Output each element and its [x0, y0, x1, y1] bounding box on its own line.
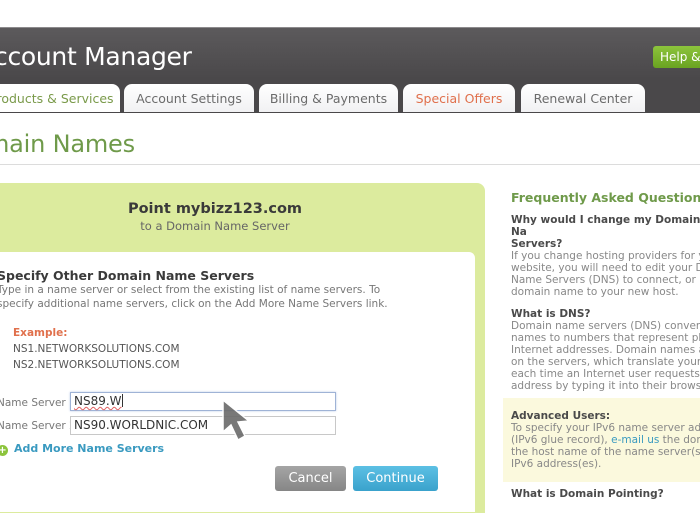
name-server-2-label: Name Server 2: [0, 420, 80, 432]
tab-products-services[interactable]: roducts & Services [0, 84, 120, 112]
example-line: NS1.NETWORKSOLUTIONS.COM [13, 343, 180, 355]
faq-answer: Name Servers (DNS) to connect, or poi [511, 274, 700, 286]
faq-answer: Domain name servers (DNS) convert d [511, 320, 700, 332]
faq-sidebar: Frequently Asked Questions Why would I c… [511, 190, 700, 500]
faq-answer: each time an Internet user requests yo [511, 368, 700, 380]
faq-question: Why would I change my Domain Na [511, 214, 700, 238]
tab-renewal-center[interactable]: Renewal Center [521, 84, 645, 112]
panel-subheading: to a Domain Name Server [140, 219, 290, 233]
plus-circle-icon: + [0, 445, 8, 456]
faq-title: Frequently Asked Questions [511, 190, 700, 205]
tab-account-settings[interactable]: Account Settings [124, 84, 254, 112]
section-description: Type in a name server or select from the… [0, 284, 388, 310]
app-title: ccount Manager [0, 42, 192, 71]
tab-billing-payments[interactable]: Billing & Payments [259, 84, 398, 112]
advanced-users-text-part: (IPv6 glue record), [511, 434, 612, 446]
page-title: main Names [0, 130, 135, 158]
name-server-1-input[interactable]: NS89.W [70, 392, 336, 411]
continue-button[interactable]: Continue [353, 466, 438, 491]
faq-question: What is DNS? [511, 308, 591, 320]
section-heading: Specify Other Domain Name Servers [0, 268, 255, 283]
mouse-cursor-icon [222, 398, 251, 442]
faq-answer: website, you will need to edit your Dor [511, 262, 700, 274]
add-more-label: Add More Name Servers [14, 442, 165, 455]
faq-answer: Internet addresses. Domain names ar [511, 344, 700, 356]
title-divider [0, 164, 700, 165]
advanced-users-text: To specify your IPv6 name server addr [511, 422, 700, 434]
text-caret [121, 394, 123, 407]
faq-question: What is Domain Pointing? [511, 488, 664, 500]
advanced-users-text: (IPv6 glue record), e-mail us the domai [511, 434, 700, 446]
faq-question: Servers? [511, 238, 563, 250]
name-server-1-label: Name Server 1: [0, 397, 80, 409]
example-line: NS2.NETWORKSOLUTIONS.COM [13, 359, 180, 371]
name-server-2-value: NS90.WORLDNIC.COM [74, 418, 209, 432]
faq-answer: If you change hosting providers for yo [511, 250, 700, 262]
add-more-name-servers-link[interactable]: + Add More Name Servers [0, 442, 164, 456]
faq-answer: domain name to your new host. [511, 286, 679, 298]
advanced-users-text-part: the domai [662, 434, 700, 446]
email-us-link[interactable]: e-mail us [611, 434, 659, 446]
advanced-users-text: the host name of the name server(s), a [511, 446, 700, 458]
tab-special-offers[interactable]: Special Offers [403, 84, 515, 112]
faq-answer: on the servers, which translate your d [511, 356, 700, 368]
cancel-button[interactable]: Cancel [275, 466, 346, 491]
faq-answer: address by typing it into their browser [511, 380, 700, 392]
top-margin [0, 0, 700, 27]
faq-answer: names to numbers that represent phy [511, 332, 700, 344]
advanced-users-title: Advanced Users: [511, 410, 611, 422]
help-button[interactable]: Help & [653, 46, 700, 68]
advanced-users-text: IPv6 address(es). [511, 458, 602, 470]
name-server-2-input[interactable]: NS90.WORLDNIC.COM [70, 416, 336, 435]
panel-heading: Point mybizz123.com [127, 201, 303, 217]
name-server-1-value: NS89.W [74, 394, 122, 408]
example-label: Example: [13, 327, 68, 339]
